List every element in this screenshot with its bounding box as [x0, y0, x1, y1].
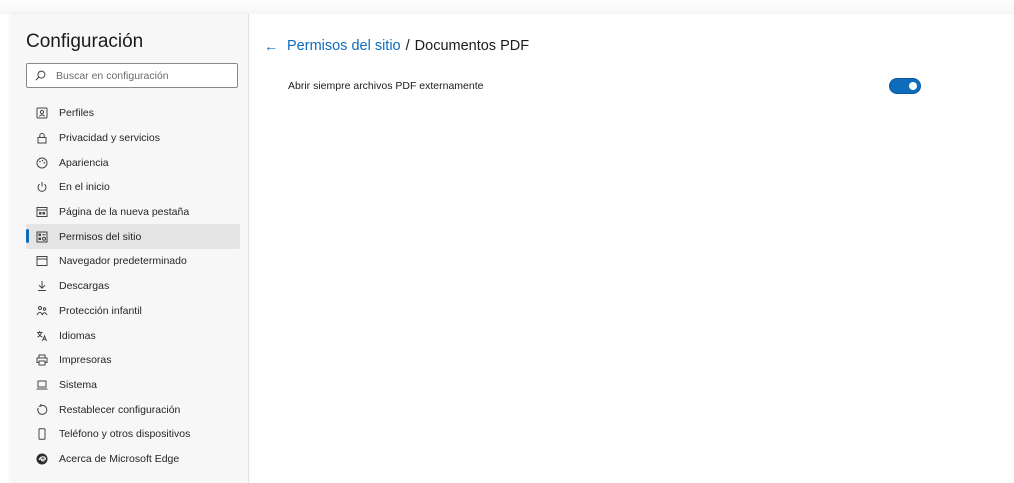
- site-permissions-icon: [35, 230, 49, 244]
- sidebar-item-privacy[interactable]: Privacidad y servicios: [26, 126, 240, 151]
- setting-row-open-pdf-externally: Abrir siempre archivos PDF externamente: [288, 76, 920, 96]
- search-icon: [35, 70, 46, 81]
- sidebar-item-default-browser[interactable]: Navegador predeterminado: [26, 249, 240, 274]
- lock-icon: [35, 131, 49, 145]
- printer-icon: [35, 353, 49, 367]
- sidebar-item-label: Navegador predeterminado: [59, 255, 187, 268]
- sidebar-item-about-edge[interactable]: Acerca de Microsoft Edge: [26, 447, 240, 472]
- sidebar-item-label: Idiomas: [59, 329, 96, 342]
- breadcrumb: ← Permisos del sitio / Documentos PDF: [264, 38, 529, 54]
- sidebar-item-label: Acerca de Microsoft Edge: [59, 452, 180, 465]
- sidebar-item-label: Página de la nueva pestaña: [59, 206, 190, 219]
- search-box[interactable]: [26, 63, 238, 88]
- settings-sidebar: Configuración Perfiles Privacidad y serv…: [10, 14, 249, 483]
- settings-nav: Perfiles Privacidad y servicios Aparienc…: [26, 101, 240, 471]
- breadcrumb-parent-link[interactable]: Permisos del sitio: [287, 38, 401, 54]
- sidebar-item-label: Privacidad y servicios: [59, 132, 160, 145]
- sidebar-item-printers[interactable]: Impresoras: [26, 348, 240, 373]
- sidebar-item-label: Restablecer configuración: [59, 403, 181, 416]
- sidebar-item-family[interactable]: Protección infantil: [26, 299, 240, 324]
- search-input[interactable]: [54, 68, 228, 83]
- breadcrumb-separator: /: [405, 38, 410, 54]
- back-arrow-icon[interactable]: ←: [264, 38, 278, 54]
- sidebar-item-label: Perfiles: [59, 107, 95, 120]
- toggle-knob: [909, 82, 917, 90]
- palette-icon: [35, 156, 49, 170]
- edge-logo-icon: [35, 452, 49, 466]
- family-icon: [35, 304, 49, 318]
- sidebar-item-startup[interactable]: En el inicio: [26, 175, 240, 200]
- language-icon: [35, 329, 49, 343]
- power-icon: [35, 180, 49, 194]
- sidebar-item-new-tab[interactable]: Página de la nueva pestaña: [26, 200, 240, 225]
- open-pdf-externally-toggle[interactable]: [890, 79, 920, 93]
- sidebar-item-label: Sistema: [59, 378, 97, 391]
- phone-icon: [35, 427, 49, 441]
- sidebar-item-label: En el inicio: [59, 181, 110, 194]
- sidebar-item-label: Impresoras: [59, 354, 112, 367]
- sidebar-item-label: Descargas: [59, 280, 110, 293]
- sidebar-item-appearance[interactable]: Apariencia: [26, 150, 240, 175]
- page-title: Documentos PDF: [414, 38, 530, 54]
- sidebar-item-label: Permisos del sitio: [59, 230, 142, 243]
- setting-label: Abrir siempre archivos PDF externamente: [288, 80, 484, 92]
- settings-title: Configuración: [26, 31, 144, 52]
- window-top-band: [0, 0, 1014, 14]
- sidebar-item-profiles[interactable]: Perfiles: [26, 101, 240, 126]
- sidebar-item-system[interactable]: Sistema: [26, 373, 240, 398]
- settings-content: ← Permisos del sitio / Documentos PDF Ab…: [248, 14, 1014, 483]
- browser-icon: [35, 254, 49, 268]
- sidebar-item-phone-devices[interactable]: Teléfono y otros dispositivos: [26, 422, 240, 447]
- reset-icon: [35, 403, 49, 417]
- sidebar-item-label: Apariencia: [59, 156, 109, 169]
- new-tab-icon: [35, 205, 49, 219]
- download-icon: [35, 279, 49, 293]
- sidebar-item-downloads[interactable]: Descargas: [26, 274, 240, 299]
- sidebar-item-reset[interactable]: Restablecer configuración: [26, 397, 240, 422]
- sidebar-item-label: Protección infantil: [59, 304, 142, 317]
- laptop-icon: [35, 378, 49, 392]
- sidebar-item-languages[interactable]: Idiomas: [26, 323, 240, 348]
- profile-icon: [35, 106, 49, 120]
- sidebar-item-label: Teléfono y otros dispositivos: [59, 428, 191, 441]
- sidebar-item-site-permissions[interactable]: Permisos del sitio: [26, 224, 240, 250]
